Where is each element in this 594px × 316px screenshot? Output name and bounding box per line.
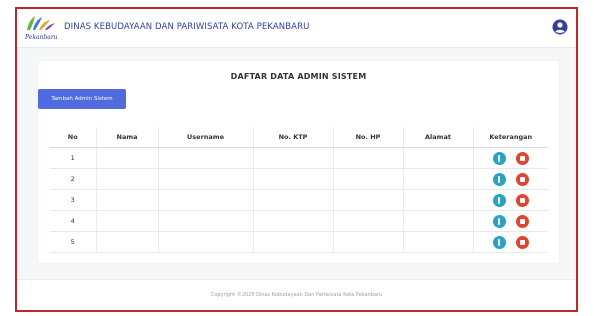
cell-username (157, 147, 253, 169)
pekanbaru-logo[interactable]: Pekanbaru (23, 12, 63, 42)
footer: Copyright ©2020 Dinas Kebudayaan Dan Par… (17, 279, 576, 310)
cell-no: 5 (50, 231, 96, 253)
cell-alamat (402, 210, 473, 232)
cell-ktp (252, 147, 333, 169)
info-icon[interactable] (492, 151, 506, 165)
column-header-nama[interactable]: Nama (95, 127, 158, 148)
delete-icon[interactable] (515, 172, 529, 186)
cell-ktp (252, 210, 333, 232)
table-row: 1 (50, 147, 548, 169)
cell-alamat (402, 168, 473, 190)
info-icon[interactable] (492, 214, 506, 228)
logo-text: Pekanbaru (25, 34, 58, 41)
column-header-hp[interactable]: No. HP (332, 127, 403, 148)
cell-nama (95, 189, 158, 211)
cell-nama (95, 210, 158, 232)
cell-no: 4 (50, 210, 96, 232)
cell-hp (332, 210, 403, 232)
cell-hp (332, 147, 403, 169)
cell-nama (95, 231, 158, 253)
cell-actions (472, 168, 548, 190)
app-window: Pekanbaru DINAS KEBUDAYAAN DAN PARIWISAT… (15, 7, 578, 312)
cell-alamat (402, 231, 473, 253)
info-icon[interactable] (492, 193, 506, 207)
column-header-ktp[interactable]: No. KTP (252, 127, 333, 148)
top-navbar: Pekanbaru DINAS KEBUDAYAAN DAN PARIWISAT… (17, 9, 576, 48)
cell-actions (472, 210, 548, 232)
info-icon[interactable] (492, 235, 506, 249)
cell-hp (332, 168, 403, 190)
column-header-keterangan[interactable]: Keterangan (472, 127, 548, 148)
table-row: 4 (50, 210, 548, 232)
cell-ktp (252, 231, 333, 253)
cell-no: 2 (50, 168, 96, 190)
cell-username (157, 210, 253, 232)
content-card: DAFTAR DATA ADMIN SISTEM Tambah Admin Si… (38, 61, 559, 263)
table-row: 2 (50, 168, 548, 190)
column-header-no[interactable]: No (50, 127, 96, 148)
cell-ktp (252, 189, 333, 211)
user-circle-icon[interactable] (552, 19, 568, 35)
cell-no: 3 (50, 189, 96, 211)
cell-hp (332, 231, 403, 253)
add-admin-button[interactable]: Tambah Admin Sistem (38, 89, 126, 109)
column-header-alamat[interactable]: Alamat (402, 127, 473, 148)
cell-username (157, 168, 253, 190)
cell-actions (472, 231, 548, 253)
admin-table: No Nama Username No. KTP No. HP Alamat K… (50, 127, 548, 253)
cell-actions (472, 189, 548, 211)
page-title: DAFTAR DATA ADMIN SISTEM (230, 72, 367, 81)
column-header-username[interactable]: Username (157, 127, 253, 148)
delete-icon[interactable] (515, 193, 529, 207)
cell-username (157, 189, 253, 211)
app-title: DINAS KEBUDAYAAN DAN PARIWISATA KOTA PEK… (64, 22, 310, 32)
cell-hp (332, 189, 403, 211)
cell-ktp (252, 168, 333, 190)
cell-alamat (402, 147, 473, 169)
cell-no: 1 (50, 147, 96, 169)
table-row: 3 (50, 189, 548, 211)
cell-actions (472, 147, 548, 169)
table-header-row: No Nama Username No. KTP No. HP Alamat K… (50, 127, 548, 148)
copyright-text: Copyright ©2020 Dinas Kebudayaan Dan Par… (210, 292, 383, 298)
cell-nama (95, 147, 158, 169)
cell-alamat (402, 189, 473, 211)
delete-icon[interactable] (515, 151, 529, 165)
logo-emblem-icon (27, 16, 55, 30)
table-row: 5 (50, 231, 548, 253)
delete-icon[interactable] (515, 214, 529, 228)
cell-nama (95, 168, 158, 190)
cell-username (157, 231, 253, 253)
info-icon[interactable] (492, 172, 506, 186)
delete-icon[interactable] (515, 235, 529, 249)
